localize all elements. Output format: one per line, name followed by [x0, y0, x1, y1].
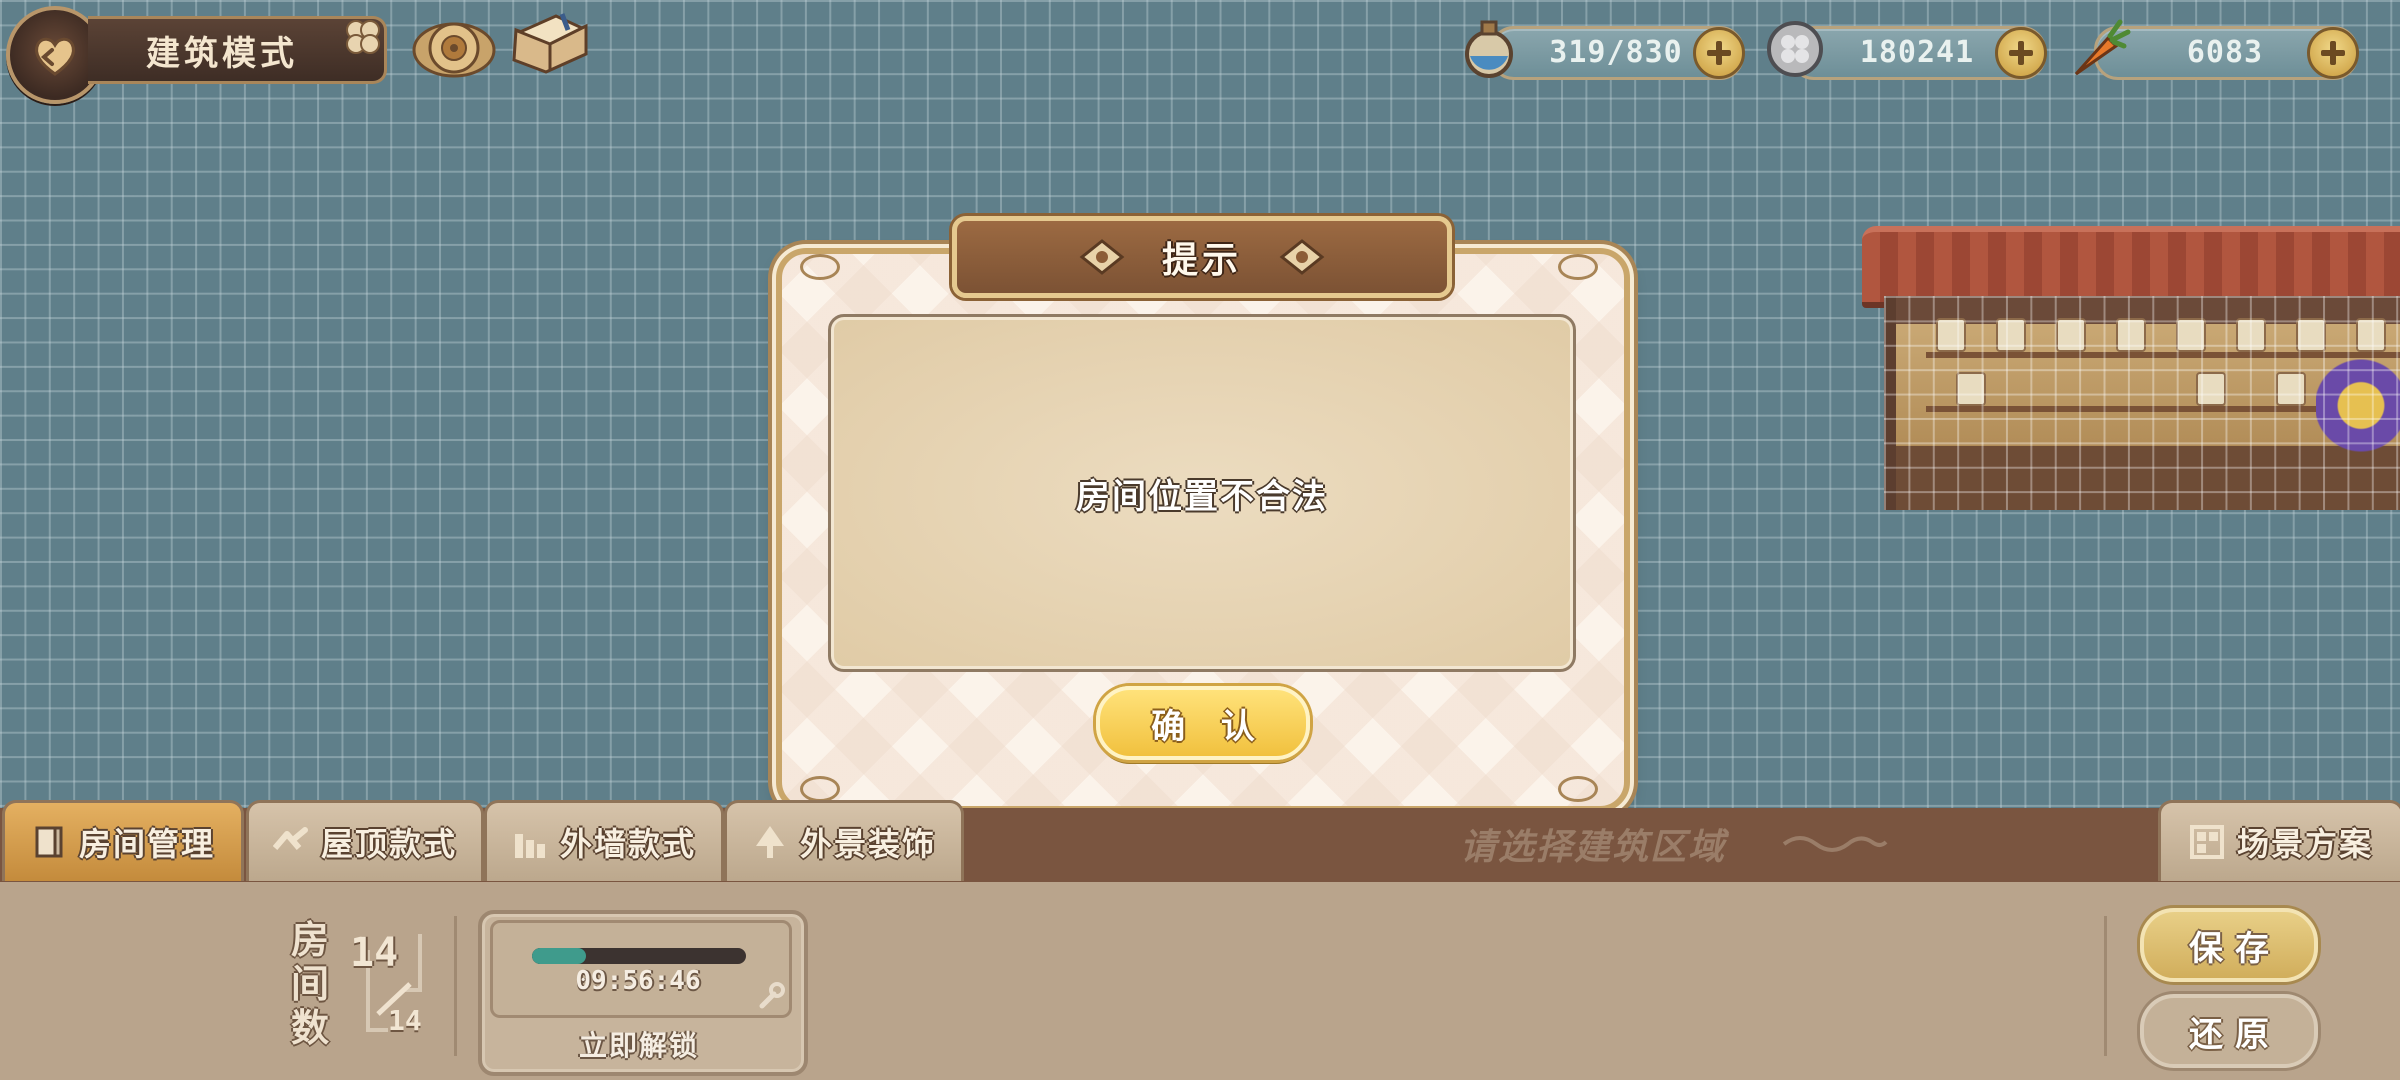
potion-currency: 319/830: [1490, 26, 1745, 80]
tab-label: 屋顶款式: [320, 825, 457, 863]
restore-label: 还原: [2189, 1014, 2281, 1055]
dialog-title-bar: 提示: [952, 216, 1452, 298]
carrot-value: 6083: [2186, 35, 2264, 70]
confirm-label: 确 认: [1151, 706, 1267, 747]
dialog-corner-ornament: [1558, 776, 1598, 802]
add-potion-button[interactable]: [1693, 27, 1745, 79]
add-carrot-button[interactable]: [2307, 27, 2359, 79]
restore-button[interactable]: 还原: [2140, 994, 2318, 1068]
tab-room-management[interactable]: 房间管理: [2, 800, 244, 881]
dialog-message: 房间位置不合法: [1076, 476, 1328, 517]
swirl-ornament-icon: [1782, 836, 1888, 852]
unlock-progress-fill: [532, 948, 586, 964]
dialog-message-panel: 房间位置不合法: [828, 314, 1576, 672]
dialog-title: 提示: [1161, 240, 1242, 281]
layout-grid-icon: [2189, 825, 2224, 859]
scene-plan-button[interactable]: 场景方案: [2158, 800, 2400, 881]
tab-label: 外墙款式: [559, 825, 696, 863]
dialog-corner-ornament: [800, 254, 840, 280]
roof-icon: [272, 827, 308, 850]
book-button[interactable]: [506, 6, 594, 86]
confirm-button[interactable]: 确 认: [1096, 686, 1310, 760]
diamond-ornament-icon: [1279, 239, 1325, 275]
diamond-ornament-icon: [1079, 239, 1125, 275]
potion-flask-icon: [1465, 20, 1513, 78]
carrot-currency: 6083: [2094, 26, 2359, 80]
divider: [2104, 916, 2107, 1056]
save-label: 保存: [2189, 928, 2281, 969]
building-grid-overlay: [1884, 296, 2400, 510]
dialog-corner-ornament: [800, 776, 840, 802]
book-icon: [512, 13, 588, 74]
compass-button[interactable]: [410, 8, 498, 88]
tab-wall-style[interactable]: 外墙款式: [484, 800, 724, 881]
tab-label: 外景装饰: [799, 825, 936, 863]
unlock-now-button[interactable]: 立即解锁: [478, 1024, 800, 1064]
save-button[interactable]: 保存: [2140, 908, 2318, 982]
dialog-corner-ornament: [1558, 254, 1598, 280]
tab-label: 房间管理: [78, 825, 215, 863]
divider: [454, 916, 457, 1056]
carrot-icon: [2074, 19, 2131, 76]
clover-coin-icon: [1767, 21, 1823, 77]
potion-value: 319/830: [1549, 35, 1683, 70]
room-count-total: 14: [388, 1004, 422, 1037]
wrench-icon: [759, 982, 785, 1009]
heart-back-icon: [35, 37, 75, 76]
select-area-hint: 请选择建筑区域: [1460, 827, 1727, 868]
unlock-progress-bar: [532, 948, 746, 964]
clover-icon: [346, 20, 380, 54]
compass-icon: [412, 22, 496, 78]
clover-coin-currency: 180241: [1790, 26, 2047, 80]
tab-outdoor-decoration[interactable]: 外景装饰: [724, 800, 964, 881]
room-count-label: 房间数: [290, 918, 329, 1050]
tab-roof-style[interactable]: 屋顶款式: [246, 800, 484, 881]
unlock-timer: 09:56:46: [575, 966, 701, 996]
door-icon: [35, 826, 63, 858]
mode-title: 建筑模式: [146, 33, 298, 74]
add-clover-coin-button[interactable]: [1995, 27, 2047, 79]
wall-icon: [514, 834, 545, 858]
clover-coin-value: 180241: [1859, 35, 1975, 70]
tree-icon: [755, 826, 784, 858]
scene-plan-label: 场景方案: [2236, 825, 2373, 863]
room-count-current: 14: [350, 930, 399, 976]
